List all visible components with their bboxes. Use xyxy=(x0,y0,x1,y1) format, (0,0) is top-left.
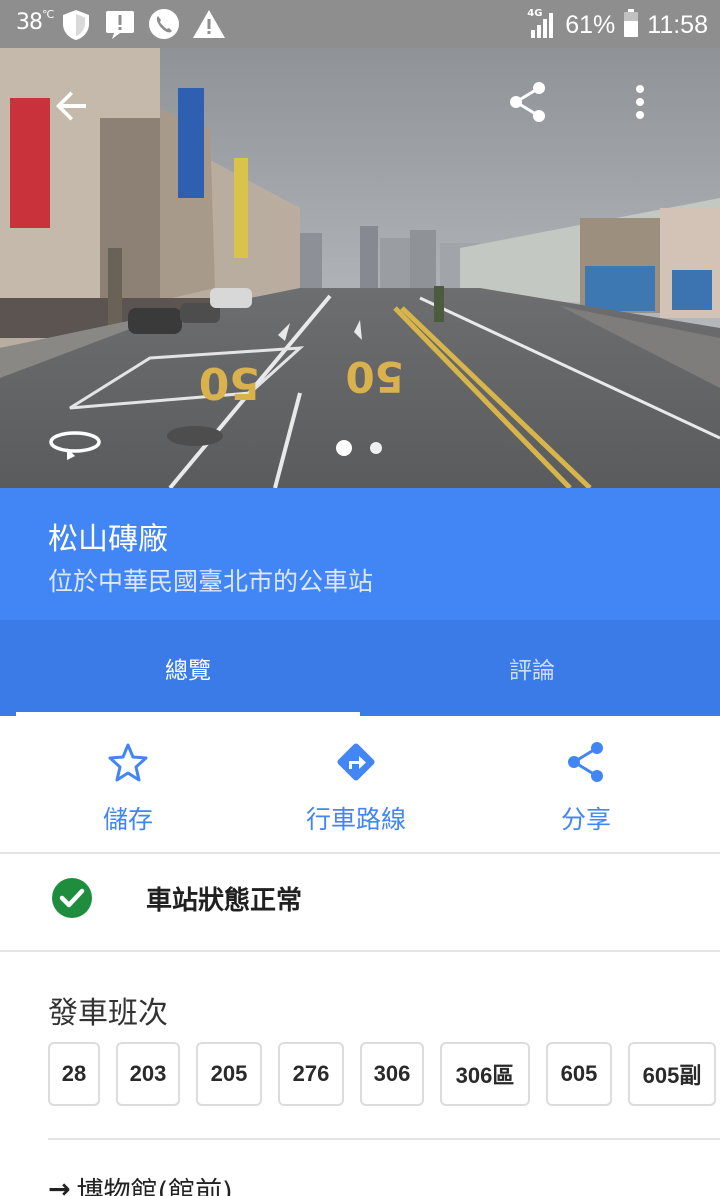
street-scene-illustration: 50 50 xyxy=(0,48,720,488)
share-label: 分享 xyxy=(560,805,611,834)
arrow-right-icon: → xyxy=(48,1174,71,1196)
alert-box-icon xyxy=(104,8,136,44)
share-icon xyxy=(566,740,606,784)
action-row: 儲存 行車路線 分享 xyxy=(0,716,720,852)
route-chip[interactable]: 203 xyxy=(116,1042,180,1106)
page-dot-active[interactable] xyxy=(336,440,352,456)
shield-icon xyxy=(60,8,92,46)
tab-overview[interactable]: 總覽 xyxy=(8,620,368,716)
check-circle-icon xyxy=(52,878,92,922)
battery-icon xyxy=(623,8,639,42)
star-outline-icon xyxy=(107,740,149,784)
place-header: 松山磚廠 位於中華民國臺北市的公車站 xyxy=(0,488,720,620)
save-button[interactable]: 儲存 xyxy=(58,716,198,852)
share-button[interactable]: 分享 xyxy=(516,716,656,852)
share-icon xyxy=(508,81,548,127)
phone-icon xyxy=(148,8,180,44)
destination-name: 博物館(館前) xyxy=(76,1177,233,1196)
station-status-row: 車站狀態正常 xyxy=(0,854,720,950)
temperature-value: 38 xyxy=(16,10,43,35)
directions-icon xyxy=(334,740,378,784)
directions-button[interactable]: 行車路線 xyxy=(284,716,428,852)
destination-row[interactable]: → 博物館(館前) xyxy=(48,1138,720,1196)
place-description: 位於中華民國臺北市的公車站 xyxy=(48,567,374,596)
road-marking-right: 50 xyxy=(346,352,404,401)
status-bar: 38°C 4G 61% 11:58 xyxy=(0,0,720,48)
divider xyxy=(0,950,720,952)
rotate-360-button[interactable] xyxy=(44,426,106,466)
road-marking-left: 50 xyxy=(199,357,260,408)
save-label: 儲存 xyxy=(102,805,153,834)
route-chip[interactable]: 605 xyxy=(546,1042,612,1106)
signal-icon: 4G xyxy=(527,8,557,40)
page-indicator xyxy=(336,440,386,456)
route-chip[interactable]: 306 xyxy=(360,1042,424,1106)
more-options-button[interactable] xyxy=(616,78,664,130)
warning-icon xyxy=(192,8,226,44)
rotate-360-icon xyxy=(48,427,102,465)
clock: 11:58 xyxy=(647,10,708,39)
street-view-photo[interactable]: 50 50 xyxy=(0,48,720,488)
temperature-indicator: 38°C xyxy=(16,8,54,35)
route-chip[interactable]: 306區 xyxy=(440,1042,530,1106)
battery-percent: 61% xyxy=(565,10,616,39)
route-chip[interactable]: 276 xyxy=(278,1042,344,1106)
route-chip[interactable]: 605副 xyxy=(628,1042,716,1106)
departures-title: 發車班次 xyxy=(48,996,168,1031)
temperature-unit: °C xyxy=(42,8,54,21)
place-name: 松山磚廠 xyxy=(48,522,168,557)
page-dot[interactable] xyxy=(370,442,382,454)
station-status-text: 車站狀態正常 xyxy=(146,886,303,916)
back-arrow-icon xyxy=(54,88,90,128)
tab-reviews[interactable]: 評論 xyxy=(352,620,712,716)
more-vert-icon xyxy=(635,85,645,123)
destination-label: → 博物館(館前) xyxy=(48,1170,233,1196)
route-chip[interactable]: 28 xyxy=(48,1042,100,1106)
directions-label: 行車路線 xyxy=(305,805,406,834)
back-button[interactable] xyxy=(46,82,98,134)
hero-share-button[interactable] xyxy=(502,78,554,130)
tab-bar: 總覽 評論 xyxy=(0,620,720,716)
route-chip[interactable]: 205 xyxy=(196,1042,262,1106)
